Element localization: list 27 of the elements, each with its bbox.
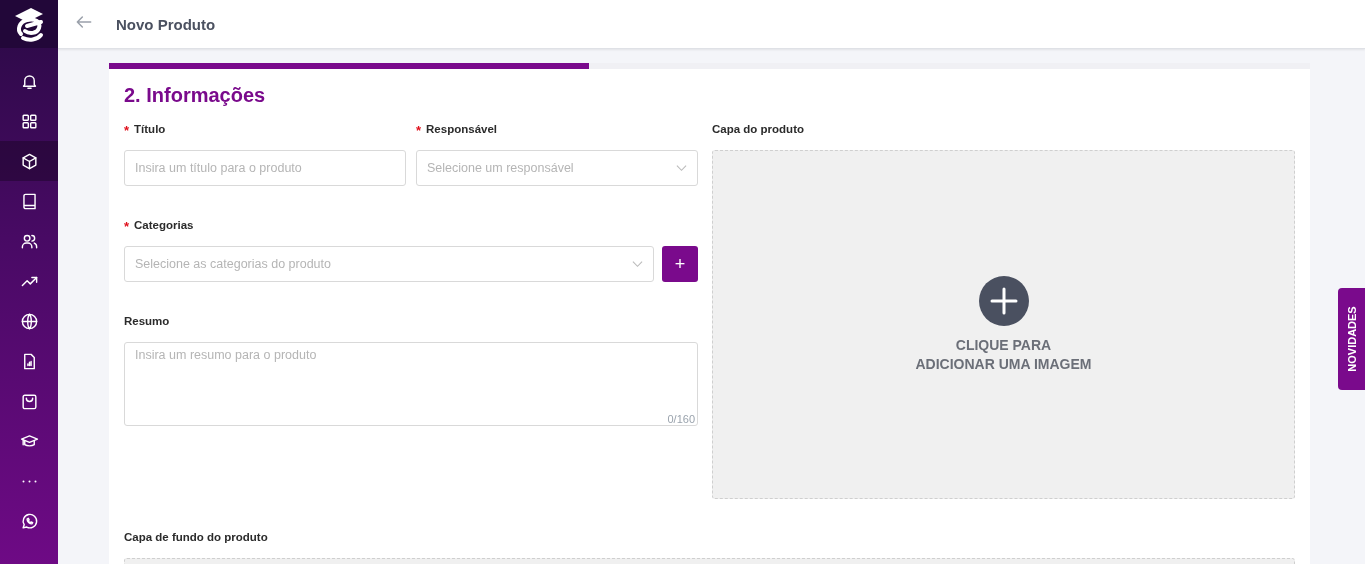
add-image-icon	[978, 275, 1029, 326]
cube-icon	[19, 151, 39, 171]
whatsapp-icon	[19, 511, 39, 531]
title-input[interactable]: Insira um título para o produto	[124, 150, 406, 186]
field-label: Capa do produto	[712, 123, 804, 135]
globe-icon	[19, 311, 39, 331]
required-asterisk: *	[416, 123, 422, 138]
bag-icon	[19, 391, 39, 411]
field-label: Capa de fundo do produto	[124, 531, 268, 543]
image-upload-area[interactable]: CLIQUE PARA ADICIONAR UMA IMAGEM	[712, 150, 1295, 499]
section-title: 2. Informações	[124, 84, 267, 108]
required-asterisk: *	[124, 123, 130, 138]
field-label: Resumo	[124, 315, 170, 327]
news-tab[interactable]: NOVIDADES	[1338, 288, 1365, 390]
required-asterisk: *	[124, 219, 130, 234]
page-title: Novo Produto	[116, 15, 216, 33]
upload-instruction: CLIQUE PARA ADICIONAR UMA IMAGEM	[915, 335, 1092, 374]
more-icon	[21, 479, 37, 483]
add-category-button[interactable]: +	[662, 246, 698, 282]
field-label: Categorias	[134, 219, 194, 231]
chevron-down-icon	[676, 164, 687, 172]
grid-icon	[19, 111, 39, 131]
character-counter: 0/160	[667, 413, 695, 425]
field-label: Título	[134, 123, 166, 135]
field-label: Responsável	[426, 123, 497, 135]
chevron-down-icon	[632, 260, 643, 268]
nav-item[interactable]	[0, 141, 58, 181]
